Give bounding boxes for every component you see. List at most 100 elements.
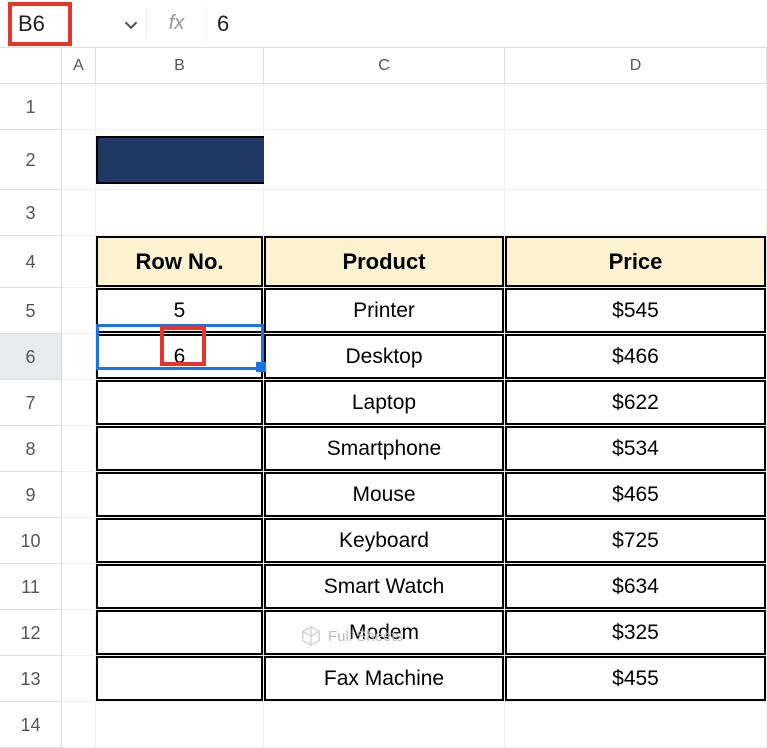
cell-D11[interactable]: $634	[505, 564, 767, 610]
cell-A1[interactable]	[62, 84, 96, 130]
cell-D12[interactable]: $325	[505, 610, 767, 656]
row-header-10[interactable]: 10	[0, 518, 62, 564]
cell-D13[interactable]: $455	[505, 656, 767, 702]
fx-label: fx	[146, 8, 206, 39]
table-cell	[96, 472, 263, 517]
cell-B13[interactable]	[96, 656, 264, 702]
col-header-C[interactable]: C	[264, 48, 505, 84]
cell-B4[interactable]: Row No.	[96, 236, 264, 288]
cell-A14[interactable]	[62, 702, 96, 748]
table-cell: $465	[505, 472, 766, 517]
cell-C13[interactable]: Fax Machine	[264, 656, 505, 702]
row-header-4[interactable]: 4	[0, 236, 62, 288]
col-header-D[interactable]: D	[505, 48, 767, 84]
cube-icon	[300, 625, 322, 647]
table-cell	[96, 518, 263, 563]
cell-C3[interactable]	[264, 190, 505, 236]
cell-A6[interactable]	[62, 334, 96, 380]
table-cell: Smart Watch	[264, 564, 504, 609]
table-header-c: Product	[264, 236, 504, 287]
cell-A7[interactable]	[62, 380, 96, 426]
cell-D6[interactable]: $466	[505, 334, 767, 380]
row-header-14[interactable]: 14	[0, 702, 62, 748]
cell-D2[interactable]	[505, 130, 767, 190]
cell-D9[interactable]: $465	[505, 472, 767, 518]
table-cell	[96, 564, 263, 609]
cell-B5[interactable]: 5	[96, 288, 264, 334]
cell-D14[interactable]	[505, 702, 767, 748]
table-cell: Printer	[264, 288, 504, 333]
row-header-2[interactable]: 2	[0, 130, 62, 190]
table-cell: $534	[505, 426, 766, 471]
cell-B7[interactable]	[96, 380, 264, 426]
table-cell: $545	[505, 288, 766, 333]
cell-C14[interactable]	[264, 702, 505, 748]
cell-D3[interactable]	[505, 190, 767, 236]
cell-B9[interactable]	[96, 472, 264, 518]
cell-A10[interactable]	[62, 518, 96, 564]
table-cell: $622	[505, 380, 766, 425]
cell-D8[interactable]: $534	[505, 426, 767, 472]
cell-C1[interactable]	[264, 84, 505, 130]
cell-D10[interactable]: $725	[505, 518, 767, 564]
cell-D5[interactable]: $545	[505, 288, 767, 334]
cell-C7[interactable]: Laptop	[264, 380, 505, 426]
cell-D1[interactable]	[505, 84, 767, 130]
cell-B6[interactable]: 6	[96, 334, 264, 380]
table-header-b: Row No.	[96, 236, 263, 287]
table-cell	[96, 380, 263, 425]
cell-B14[interactable]	[96, 702, 264, 748]
row-header-3[interactable]: 3	[0, 190, 62, 236]
cell-C10[interactable]: Keyboard	[264, 518, 505, 564]
formula-bar: B6 fx	[0, 0, 767, 48]
table-cell: Mouse	[264, 472, 504, 517]
cell-D4[interactable]: Price	[505, 236, 767, 288]
select-all-corner[interactable]	[0, 48, 62, 84]
table-cell	[96, 610, 263, 655]
row-header-9[interactable]: 9	[0, 472, 62, 518]
cell-A8[interactable]	[62, 426, 96, 472]
table-cell	[96, 426, 263, 471]
row-header-11[interactable]: 11	[0, 564, 62, 610]
cell-C4[interactable]: Product	[264, 236, 505, 288]
row-header-1[interactable]: 1	[0, 84, 62, 130]
table-cell: $466	[505, 334, 766, 379]
cell-C2[interactable]	[264, 130, 505, 190]
row-header-7[interactable]: 7	[0, 380, 62, 426]
cell-C8[interactable]: Smartphone	[264, 426, 505, 472]
cell-C5[interactable]: Printer	[264, 288, 505, 334]
name-box[interactable]: B6	[12, 6, 68, 42]
cell-B1[interactable]	[96, 84, 264, 130]
cell-C6[interactable]: Desktop	[264, 334, 505, 380]
cell-C11[interactable]: Smart Watch	[264, 564, 505, 610]
cell-D7[interactable]: $622	[505, 380, 767, 426]
cell-A11[interactable]	[62, 564, 96, 610]
col-header-A[interactable]: A	[62, 48, 96, 84]
table-cell: 6	[96, 334, 263, 379]
name-box-dropdown[interactable]	[78, 15, 138, 31]
col-header-B[interactable]: B	[96, 48, 264, 84]
cell-C9[interactable]: Mouse	[264, 472, 505, 518]
row-header-13[interactable]: 13	[0, 656, 62, 702]
cell-B12[interactable]	[96, 610, 264, 656]
row-header-8[interactable]: 8	[0, 426, 62, 472]
cell-B10[interactable]	[96, 518, 264, 564]
cell-B2[interactable]: Applying Fill Handle Tool	[96, 130, 264, 190]
cell-A5[interactable]	[62, 288, 96, 334]
table-cell: $455	[505, 656, 766, 701]
cell-A12[interactable]	[62, 610, 96, 656]
cell-A4[interactable]	[62, 236, 96, 288]
cell-A13[interactable]	[62, 656, 96, 702]
formula-input[interactable]	[206, 7, 767, 41]
cell-A2[interactable]	[62, 130, 96, 190]
table-cell: Desktop	[264, 334, 504, 379]
table-cell: $634	[505, 564, 766, 609]
cell-B3[interactable]	[96, 190, 264, 236]
row-header-12[interactable]: 12	[0, 610, 62, 656]
row-header-5[interactable]: 5	[0, 288, 62, 334]
cell-B11[interactable]	[96, 564, 264, 610]
cell-A3[interactable]	[62, 190, 96, 236]
cell-A9[interactable]	[62, 472, 96, 518]
row-header-6[interactable]: 6	[0, 334, 62, 380]
cell-B8[interactable]	[96, 426, 264, 472]
